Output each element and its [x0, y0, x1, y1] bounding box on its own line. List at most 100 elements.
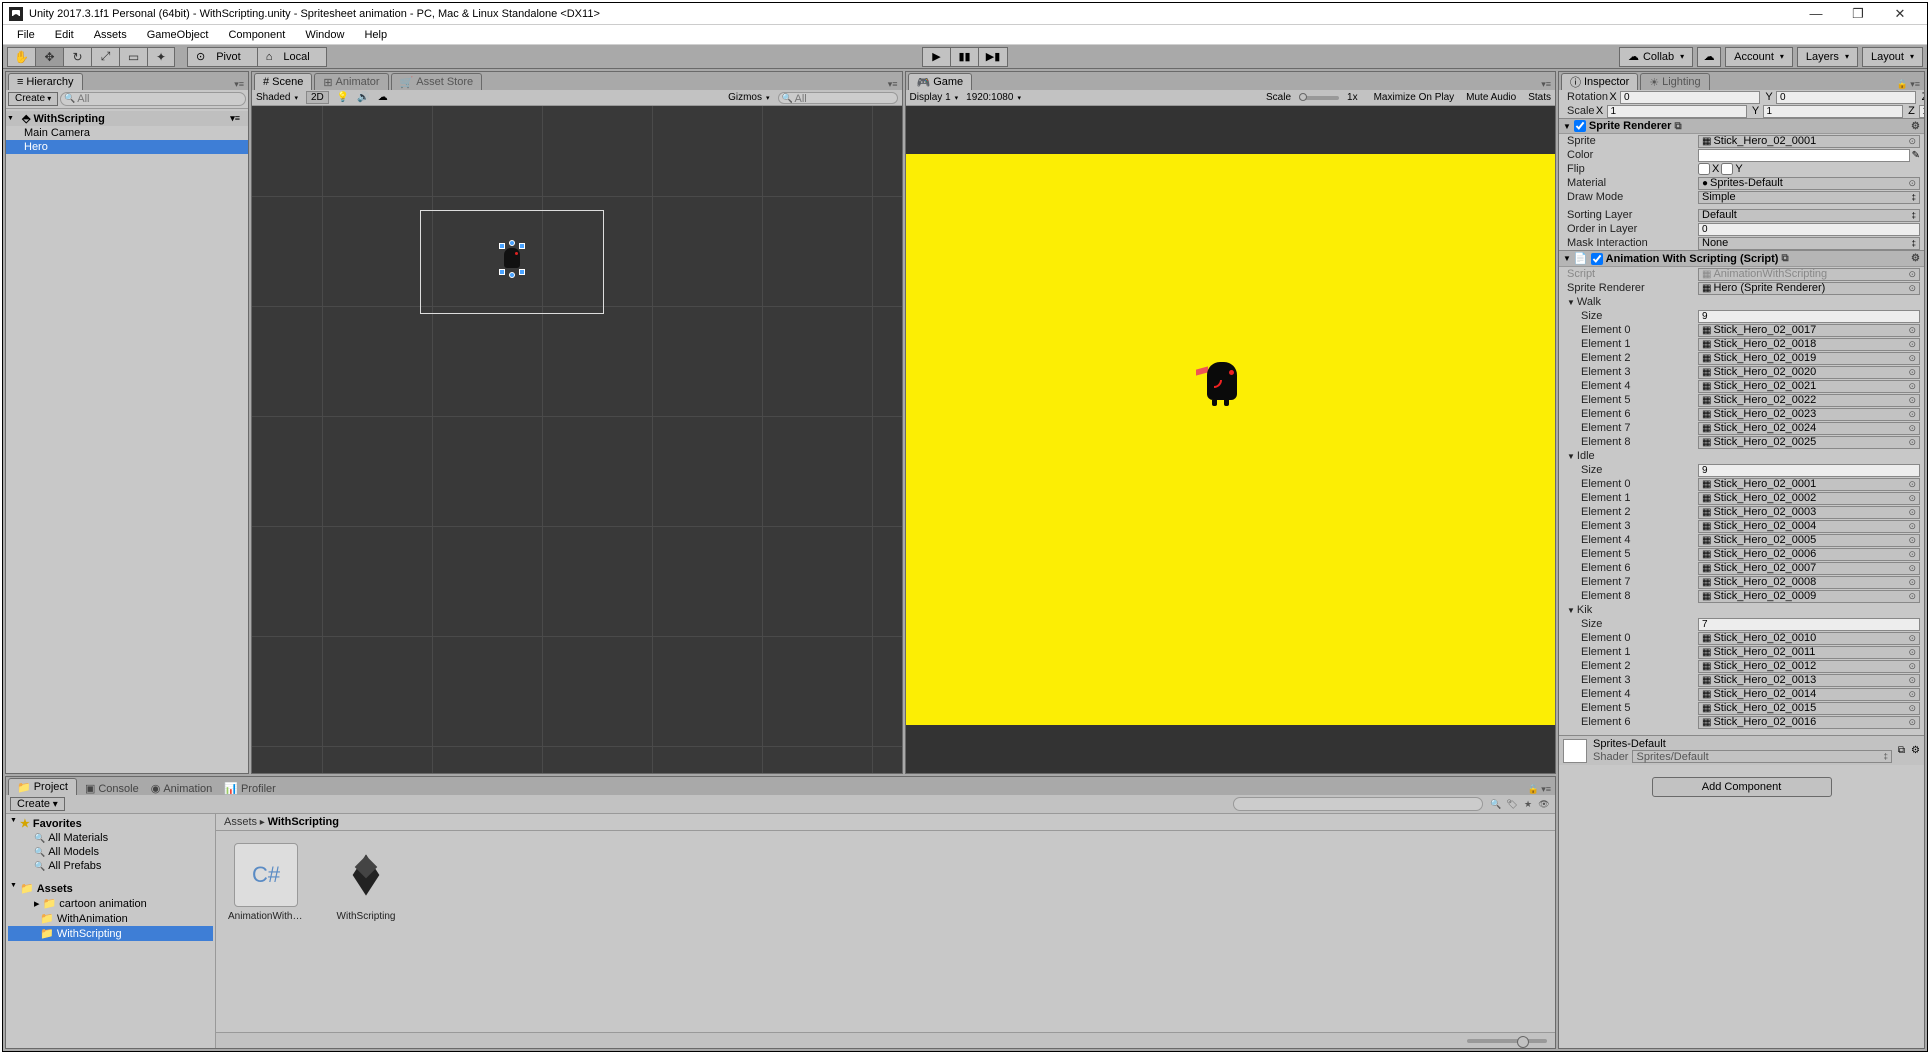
- game-scale-slider[interactable]: [1299, 96, 1339, 100]
- folder-with-animation[interactable]: 📁WithAnimation: [8, 911, 213, 926]
- layout-dropdown[interactable]: Layout: [1862, 47, 1923, 67]
- asset-scene[interactable]: WithScripting: [328, 843, 404, 922]
- thumbnail-size-slider[interactable]: [1467, 1039, 1547, 1043]
- folder-with-scripting[interactable]: 📁WithScripting: [8, 926, 213, 941]
- pause-button[interactable]: ▮▮: [951, 48, 979, 66]
- project-tab[interactable]: 📁 Project: [8, 778, 77, 795]
- menu-gameobject[interactable]: GameObject: [137, 27, 219, 43]
- kik-element-6-field[interactable]: ▦ Stick_Hero_02_0016⊙: [1698, 716, 1920, 729]
- hierarchy-tab[interactable]: ≡ Hierarchy: [8, 73, 83, 90]
- walk-element-5-field[interactable]: ▦ Stick_Hero_02_0022⊙: [1698, 394, 1920, 407]
- scale-tool-button[interactable]: ⤢: [91, 47, 119, 67]
- layers-dropdown[interactable]: Layers: [1797, 47, 1858, 67]
- gear-icon[interactable]: ⚙: [1911, 253, 1920, 264]
- project-create-dropdown[interactable]: Create ▾: [10, 797, 65, 811]
- hierarchy-item-hero[interactable]: Hero: [6, 140, 248, 154]
- help-icon[interactable]: ⧉: [1674, 121, 1681, 132]
- scene-hero-sprite[interactable]: [502, 246, 522, 272]
- game-tab[interactable]: 🎮 Game: [908, 73, 973, 90]
- scene-viewport[interactable]: [252, 106, 902, 773]
- local-toggle[interactable]: ⌂ Local: [258, 48, 326, 66]
- material-footer[interactable]: Sprites-Default Shader Sprites/Default ⧉…: [1559, 735, 1924, 765]
- maximize-button[interactable]: ❐: [1837, 3, 1879, 25]
- gear-icon[interactable]: ⚙: [1911, 745, 1920, 756]
- spriterenderer-ref-field[interactable]: ▦ Hero (Sprite Renderer)⊙: [1698, 282, 1920, 295]
- walk-element-0-field[interactable]: ▦ Stick_Hero_02_0017⊙: [1698, 324, 1920, 337]
- fav-all-prefabs[interactable]: 🔍All Prefabs: [8, 859, 213, 873]
- idle-element-4-field[interactable]: ▦ Stick_Hero_02_0005⊙: [1698, 534, 1920, 547]
- gear-icon[interactable]: ⚙: [1911, 121, 1920, 132]
- cloud-button[interactable]: ☁: [1697, 47, 1721, 67]
- kik-size-input[interactable]: [1698, 618, 1920, 631]
- hierarchy-scene-root[interactable]: ⬘ WithScripting ▾≡: [6, 111, 248, 126]
- animation-tab[interactable]: ◉ Animation: [151, 782, 213, 795]
- scale-x-input[interactable]: [1607, 105, 1747, 118]
- walk-array-foldout[interactable]: Walk: [1577, 296, 1601, 308]
- walk-element-6-field[interactable]: ▦ Stick_Hero_02_0023⊙: [1698, 408, 1920, 421]
- game-display-dropdown[interactable]: Display 1: [910, 92, 959, 103]
- scene-gizmos-dropdown[interactable]: Gizmos: [728, 92, 769, 103]
- minimize-button[interactable]: —: [1795, 3, 1837, 25]
- kik-element-0-field[interactable]: ▦ Stick_Hero_02_0010⊙: [1698, 632, 1920, 645]
- fav-all-models[interactable]: 🔍All Models: [8, 845, 213, 859]
- close-button[interactable]: ✕: [1879, 3, 1921, 25]
- mask-dropdown[interactable]: None: [1698, 237, 1920, 250]
- game-stats-toggle[interactable]: Stats: [1528, 92, 1551, 103]
- idle-size-input[interactable]: [1698, 464, 1920, 477]
- animator-tab[interactable]: ⊞ Animator: [314, 73, 388, 90]
- kik-element-4-field[interactable]: ▦ Stick_Hero_02_0014⊙: [1698, 688, 1920, 701]
- scene-light-toggle-icon[interactable]: 💡: [337, 92, 349, 103]
- add-component-button[interactable]: Add Component: [1652, 777, 1832, 797]
- help-icon[interactable]: ⧉: [1898, 745, 1905, 756]
- idle-element-0-field[interactable]: ▦ Stick_Hero_02_0001⊙: [1698, 478, 1920, 491]
- project-search-input[interactable]: [1233, 797, 1483, 811]
- flip-y-checkbox[interactable]: [1721, 163, 1733, 175]
- shader-dropdown[interactable]: Sprites/Default: [1632, 750, 1891, 763]
- sprite-renderer-header[interactable]: ▼ Sprite Renderer ⧉ ⚙: [1559, 118, 1924, 134]
- menu-assets[interactable]: Assets: [84, 27, 137, 43]
- idle-element-1-field[interactable]: ▦ Stick_Hero_02_0002⊙: [1698, 492, 1920, 505]
- menu-edit[interactable]: Edit: [45, 27, 84, 43]
- idle-array-foldout[interactable]: Idle: [1577, 450, 1595, 462]
- pivot-toggle[interactable]: ⊙ Pivot: [188, 48, 258, 66]
- panel-menu-icon[interactable]: ▾≡: [234, 79, 248, 90]
- hierarchy-create-dropdown[interactable]: Create: [8, 92, 58, 106]
- game-viewport[interactable]: [906, 106, 1556, 773]
- kik-array-foldout[interactable]: Kik: [1577, 604, 1592, 616]
- walk-element-8-field[interactable]: ▦ Stick_Hero_02_0025⊙: [1698, 436, 1920, 449]
- console-tab[interactable]: ▣ Console: [85, 782, 139, 795]
- walk-element-4-field[interactable]: ▦ Stick_Hero_02_0021⊙: [1698, 380, 1920, 393]
- hierarchy-search-input[interactable]: All: [60, 92, 246, 106]
- account-dropdown[interactable]: Account: [1725, 47, 1793, 67]
- walk-element-3-field[interactable]: ▦ Stick_Hero_02_0020⊙: [1698, 366, 1920, 379]
- menu-component[interactable]: Component: [218, 27, 295, 43]
- asset-script[interactable]: C# AnimationWithScr...: [228, 843, 304, 922]
- idle-element-7-field[interactable]: ▦ Stick_Hero_02_0008⊙: [1698, 576, 1920, 589]
- folder-cartoon-animation[interactable]: ▸ 📁cartoon animation: [8, 896, 213, 911]
- sortinglayer-dropdown[interactable]: Default: [1698, 209, 1920, 222]
- rotate-tool-button[interactable]: ↻: [63, 47, 91, 67]
- move-tool-button[interactable]: ✥: [35, 47, 63, 67]
- script-component-header[interactable]: ▼📄 Animation With Scripting (Script) ⧉ ⚙: [1559, 250, 1924, 267]
- scale-z-input[interactable]: [1919, 105, 1924, 118]
- order-input[interactable]: [1698, 223, 1920, 236]
- walk-element-7-field[interactable]: ▦ Stick_Hero_02_0024⊙: [1698, 422, 1920, 435]
- game-panel-menu-icon[interactable]: ▾≡: [1541, 79, 1555, 90]
- sprite-field[interactable]: ▦ Stick_Hero_02_0001⊙: [1698, 135, 1920, 148]
- scene-menu-icon[interactable]: ▾≡: [230, 113, 246, 124]
- kik-element-2-field[interactable]: ▦ Stick_Hero_02_0012⊙: [1698, 660, 1920, 673]
- collab-dropdown[interactable]: ☁ Collab: [1619, 47, 1693, 67]
- rotation-y-input[interactable]: [1776, 91, 1916, 104]
- hand-tool-button[interactable]: ✋: [7, 47, 35, 67]
- asset-store-tab[interactable]: 🛒 Asset Store: [391, 73, 483, 90]
- script-enable-checkbox[interactable]: [1591, 253, 1603, 265]
- scene-fx-toggle-icon[interactable]: ☁: [378, 92, 388, 103]
- sprite-renderer-enable-checkbox[interactable]: [1574, 120, 1586, 132]
- eyedropper-icon[interactable]: ✎: [1912, 150, 1920, 161]
- inspector-lock-icon[interactable]: 🔒 ▾≡: [1897, 79, 1924, 90]
- idle-element-6-field[interactable]: ▦ Stick_Hero_02_0007⊙: [1698, 562, 1920, 575]
- kik-element-5-field[interactable]: ▦ Stick_Hero_02_0015⊙: [1698, 702, 1920, 715]
- color-field[interactable]: [1698, 149, 1910, 162]
- flip-x-checkbox[interactable]: [1698, 163, 1710, 175]
- fav-all-materials[interactable]: 🔍All Materials: [8, 831, 213, 845]
